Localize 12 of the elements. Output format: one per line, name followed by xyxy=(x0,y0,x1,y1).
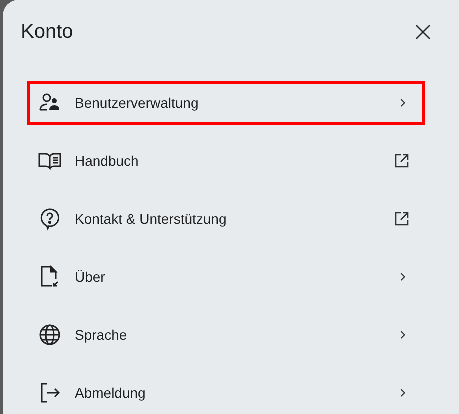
menu-item[interactable]: Kontakt & Unterstützung xyxy=(27,197,425,241)
close-button[interactable]: × xyxy=(408,18,439,46)
panel-title: Konto xyxy=(21,20,74,44)
menu-item[interactable]: Sprache xyxy=(27,313,425,357)
external-link-icon xyxy=(394,211,410,227)
menu-item[interactable]: Über xyxy=(27,255,425,299)
help-icon xyxy=(38,207,62,231)
menu-item[interactable]: Benutzerverwaltung xyxy=(27,81,425,125)
menu-item[interactable]: Handbuch xyxy=(27,139,425,183)
globe-icon xyxy=(38,323,62,347)
external-link-icon xyxy=(394,153,410,169)
menu-item[interactable]: Abmeldung xyxy=(27,371,425,414)
